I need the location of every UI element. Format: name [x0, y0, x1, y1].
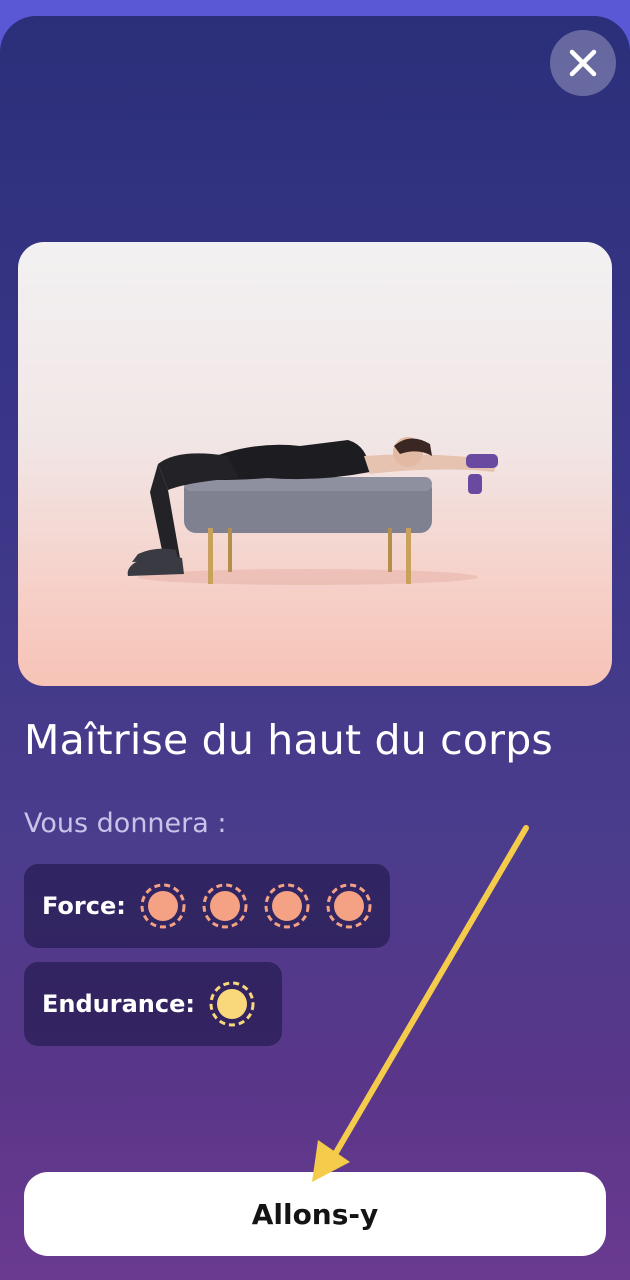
endurance-level-dot: [209, 981, 255, 1027]
force-level-dot: [140, 883, 186, 929]
stat-endurance-level: [207, 979, 257, 1029]
stat-force: Force:: [24, 864, 390, 948]
stat-endurance-label: Endurance:: [42, 990, 195, 1018]
close-icon: [569, 49, 597, 77]
exercise-image: [18, 242, 612, 686]
stat-endurance: Endurance:: [24, 962, 282, 1046]
close-button[interactable]: [550, 30, 616, 96]
force-level-dot: [202, 883, 248, 929]
force-level-dot: [326, 883, 372, 929]
start-button[interactable]: Allons-y: [24, 1172, 606, 1256]
gives-label: Vous donnera :: [24, 808, 227, 839]
stat-force-label: Force:: [42, 892, 126, 920]
stat-force-level: [138, 881, 374, 931]
force-level-dot: [264, 883, 310, 929]
workout-sheet: Maîtrise du haut du corps Vous donnera :…: [0, 16, 630, 1280]
workout-title: Maîtrise du haut du corps: [24, 716, 553, 764]
